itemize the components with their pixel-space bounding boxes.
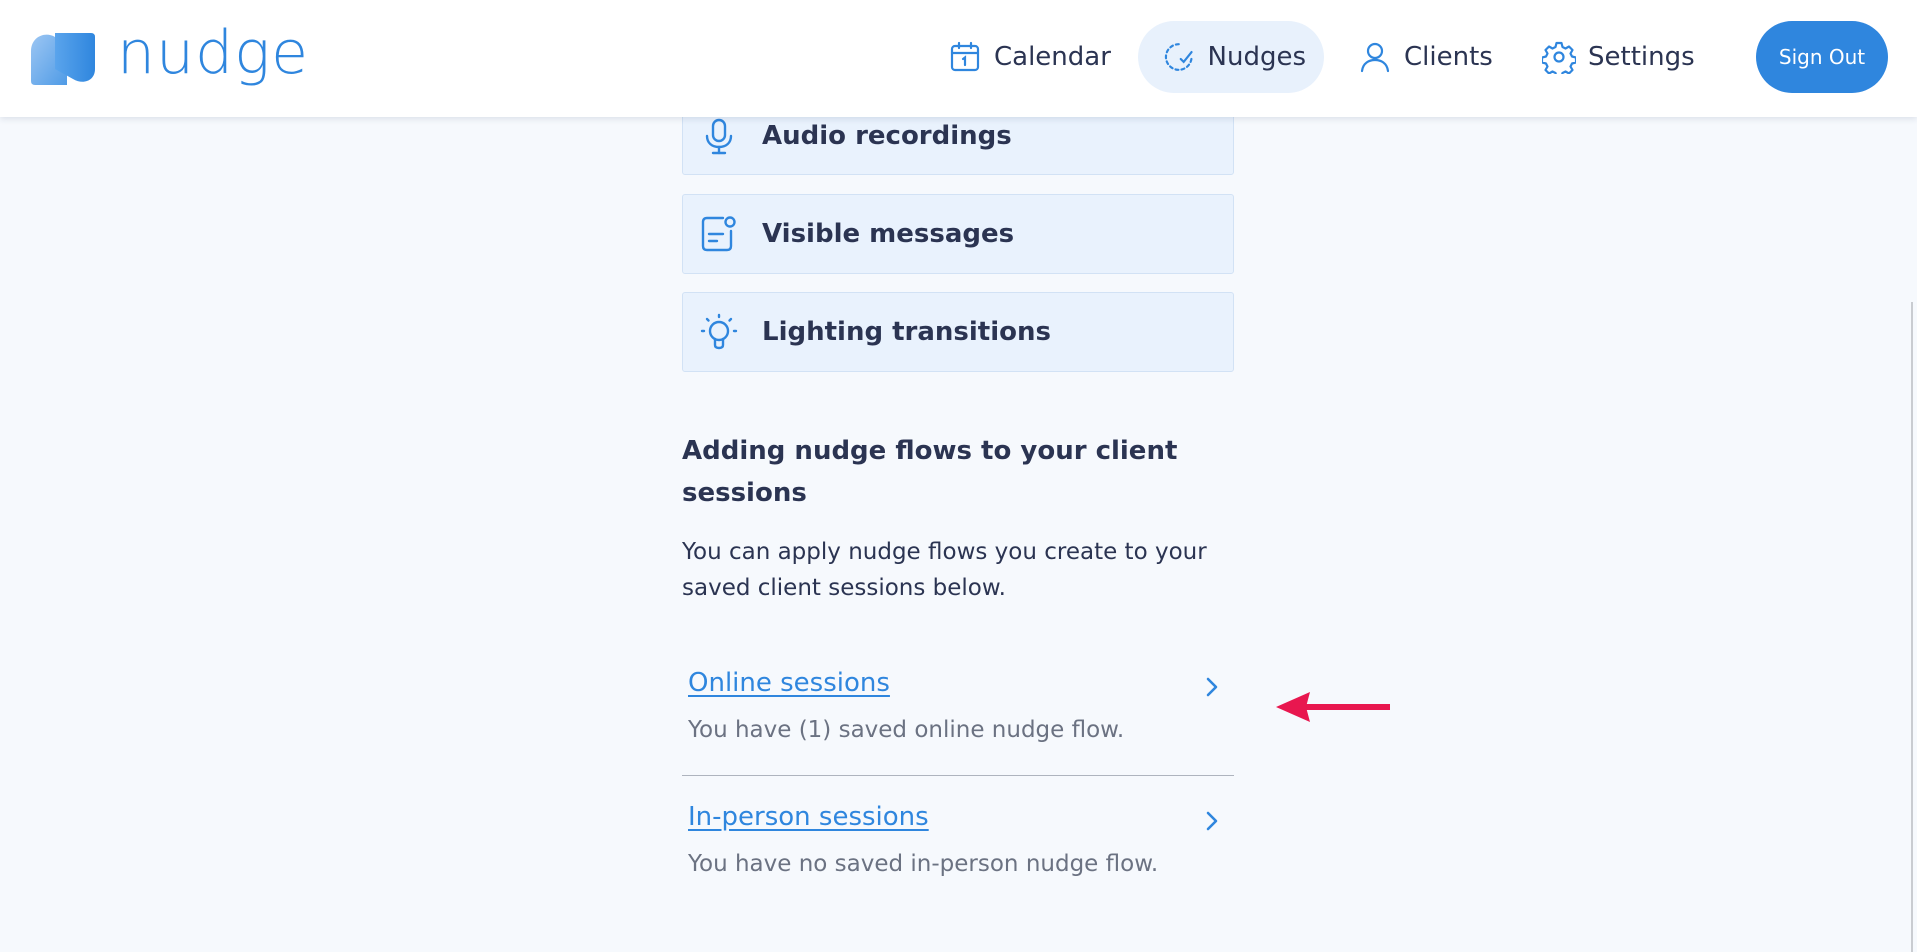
calendar-icon [950,41,980,72]
gear-icon [1542,41,1576,74]
chevron-right-icon[interactable] [1200,675,1224,699]
section-description: You can apply nudge flows you create to … [682,539,1207,601]
microphone-icon [705,118,733,154]
sign-out-button[interactable]: Sign Out [1756,21,1888,93]
nav-item-clients[interactable]: Clients [1334,21,1516,93]
section-title: Adding nudge flows to your client sessio… [682,436,1178,508]
brand-name: nudge [117,18,310,88]
divider [682,775,1234,776]
annotation-arrow-icon [1276,692,1390,722]
feature-label: Audio recordings [762,120,1012,151]
nudge-logo[interactable]: nudge [27,22,309,92]
chevron-right-icon[interactable] [1200,809,1224,833]
in-person-sessions-status: You have no saved in-person nudge flow. [688,851,1159,877]
nav-item-settings[interactable]: Settings [1516,21,1716,93]
nav-item-calendar[interactable]: Calendar [920,21,1138,93]
nav-label-settings: Settings [1588,42,1695,72]
feature-label: Lighting transitions [762,317,1051,347]
scrollbar[interactable] [1911,302,1913,952]
top-navigation-bar: nudge Calendar Nudges Clients Settings S… [0,0,1917,117]
main-nav: Calendar Nudges Clients Settings [920,21,1716,93]
user-icon [1360,42,1390,73]
nav-label-nudges: Nudges [1207,42,1306,72]
feature-card-visible-messages[interactable]: Visible messages [682,194,1234,274]
lightbulb-icon [700,313,738,350]
nav-item-nudges[interactable]: Nudges [1138,21,1324,93]
in-person-sessions-link[interactable]: In-person sessions [688,802,929,832]
nav-label-calendar: Calendar [994,42,1111,72]
feature-card-lighting-transitions[interactable]: Lighting transitions [682,292,1234,372]
online-sessions-link[interactable]: Online sessions [688,668,890,698]
nudge-logo-mark-icon [31,33,95,85]
nudges-icon [1164,43,1193,71]
feature-label: Visible messages [762,219,1015,249]
nav-label-clients: Clients [1404,42,1493,72]
online-sessions-status: You have (1) saved online nudge flow. [688,717,1125,743]
message-icon [701,216,736,252]
